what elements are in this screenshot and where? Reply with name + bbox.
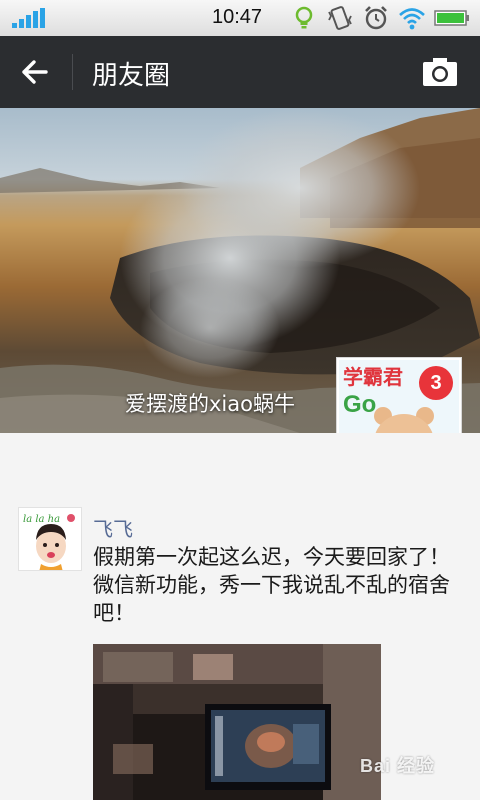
post-author-name[interactable]: 飞飞: [93, 513, 133, 542]
status-bar: 10:47: [0, 0, 480, 36]
watermark-text: Bai 经验: [360, 756, 436, 776]
nav-bar: 朋友圈: [0, 36, 480, 108]
post-text: 假期第一次起这么迟，今天要回家了！微信新功能，秀一下我说乱不乱的宿舍吧！: [93, 545, 450, 625]
alarm-icon: [365, 6, 387, 30]
wifi-icon: [399, 8, 425, 30]
arrow-left-icon[interactable]: [16, 54, 56, 90]
post-author-avatar[interactable]: la la ha: [18, 507, 82, 571]
status-time: 10:47: [212, 6, 263, 28]
dorm-room-image: [93, 644, 381, 800]
page-title: 朋友圈: [92, 61, 171, 91]
camera-icon[interactable]: [420, 54, 460, 90]
vibrate-icon: [328, 6, 352, 30]
girl-avatar-image: la la ha: [19, 508, 81, 570]
avatar-doodle-text: la la ha: [23, 514, 60, 525]
avatar-text-go: Go: [343, 391, 376, 418]
post-photo[interactable]: [93, 644, 381, 800]
cover-user-name[interactable]: 爱摆渡的xiao蜗牛: [125, 388, 295, 418]
avatar-text-top: 学霸君: [343, 365, 403, 389]
nav-divider: [72, 54, 73, 90]
notification-badge: 3: [419, 366, 453, 400]
bulb-icon: [295, 6, 313, 29]
signal-icon: [12, 8, 46, 28]
moment-post: la la ha 飞飞 假期第一次起这么迟，今天要回家了！微信新功能，秀一下我说…: [0, 433, 480, 800]
battery-icon: [434, 10, 469, 26]
